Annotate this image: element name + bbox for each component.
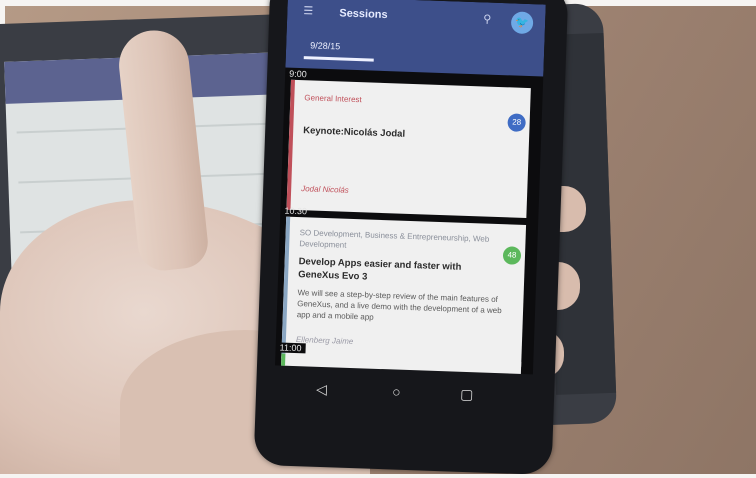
back-icon[interactable]: ◁ bbox=[316, 381, 327, 398]
category-strip bbox=[286, 79, 295, 210]
menu-icon[interactable]: ☰ bbox=[303, 4, 313, 17]
phone-screen: ☰ Sessions ⚲ 🐦 9/28/15 9:00 General Inte… bbox=[275, 0, 546, 375]
page-title: Sessions bbox=[339, 7, 388, 22]
session-category: SO Development, Business & Entrepreneurs… bbox=[299, 228, 490, 250]
recents-icon[interactable]: ▢ bbox=[460, 386, 474, 403]
android-nav-bar: ◁ ○ ▢ bbox=[273, 371, 532, 420]
session-badge: 48 bbox=[502, 246, 522, 265]
tab-date[interactable]: 9/28/15 bbox=[310, 40, 340, 51]
search-icon[interactable]: ⚲ bbox=[483, 12, 492, 25]
home-icon[interactable]: ○ bbox=[392, 383, 401, 399]
tab-indicator bbox=[303, 56, 374, 62]
photo-scene: ☰ Sessions ⚲ 🐦 9/28/15 9:00 General Inte… bbox=[0, 0, 756, 478]
session-speaker: Jodal Nicolás bbox=[301, 184, 349, 195]
twitter-icon[interactable]: 🐦 bbox=[510, 11, 534, 35]
session-description: We will see a step-by-step review of the… bbox=[296, 288, 502, 322]
time-slot-label: 11:00 bbox=[279, 342, 306, 354]
category-strip bbox=[281, 216, 291, 359]
session-card[interactable]: General Interest 28 Keynote:Nicolás Joda… bbox=[286, 79, 531, 219]
phone: ☰ Sessions ⚲ 🐦 9/28/15 9:00 General Inte… bbox=[253, 0, 569, 476]
time-slot-label: 9:00 bbox=[289, 68, 307, 80]
session-category: General Interest bbox=[304, 93, 362, 105]
session-card[interactable]: SO Development, Business & Entrepreneurs… bbox=[281, 216, 527, 367]
session-title: Develop Apps easier and faster with Gene… bbox=[298, 256, 462, 283]
session-title: Keynote:Nicolás Jodal bbox=[303, 125, 406, 140]
time-slot-label: 10:30 bbox=[284, 205, 308, 217]
photo-border-bottom bbox=[0, 474, 756, 478]
app-bar: ☰ Sessions ⚲ 🐦 9/28/15 bbox=[285, 0, 546, 77]
session-badge: 28 bbox=[507, 113, 526, 132]
